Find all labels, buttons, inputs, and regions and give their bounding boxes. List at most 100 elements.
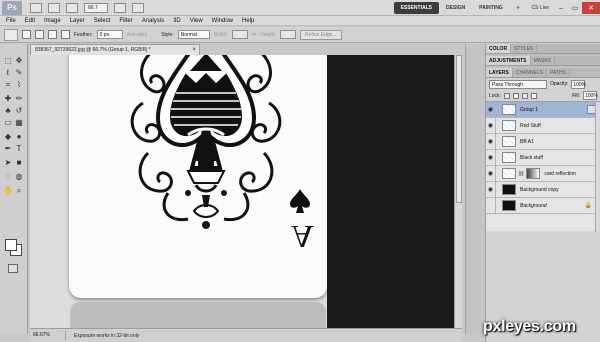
height-input[interactable] [279,30,296,39]
menu-window[interactable]: Window [212,18,233,24]
visibility-eye-empty[interactable] [486,197,496,214]
eraser-tool-icon[interactable]: ▭ [3,118,13,127]
marquee-tool-icon[interactable]: ⬚ [3,56,13,65]
blend-mode-select[interactable]: Pass Through [489,79,547,89]
screen-mode-icon[interactable] [132,2,144,13]
menu-help[interactable]: Help [242,18,254,24]
tab-masks[interactable]: MASKS [531,56,556,65]
menu-edit[interactable]: Edit [25,18,35,24]
zoom-tool-icon[interactable]: ⌕ [14,186,24,195]
pen-tool-icon[interactable]: ✒ [3,144,13,153]
workspace-design-button[interactable]: DESIGN [439,2,472,14]
tab-channels[interactable]: CHANNELS [513,68,548,77]
dodge-tool-icon[interactable]: ● [14,132,24,141]
shape-tool-icon[interactable]: ■ [14,158,24,167]
lock-transparency-icon[interactable] [503,92,510,99]
document-close-icon[interactable]: × [192,45,196,55]
menu-image[interactable]: Image [44,18,61,24]
menu-analysis[interactable]: Analysis [142,18,164,24]
status-info-text[interactable]: Exposure works in 32-bit only [66,333,139,339]
clone-stamp-tool-icon[interactable]: ♣ [3,106,13,115]
history-brush-tool-icon[interactable]: ↺ [14,106,24,115]
tab-adjustments[interactable]: ADJUSTMENTS [486,56,531,65]
layer-row-background[interactable]: Background 🔒 [486,197,600,214]
workspace-more-icon[interactable]: » [510,2,527,14]
workspace-essentials-button[interactable]: ESSENTIALS [393,2,439,14]
minimize-button[interactable]: – [554,2,568,14]
type-tool-icon[interactable]: T [14,144,24,153]
blur-tool-icon[interactable]: ◆ [3,132,13,141]
launch-mini-bridge-icon[interactable] [48,2,60,13]
refine-edge-button[interactable]: Refine Edge... [299,29,342,40]
feather-input[interactable]: 0 px [96,30,123,39]
visibility-eye-icon[interactable]: ◉ [486,133,496,150]
lock-all-icon[interactable] [530,92,537,99]
quick-selection-tool-icon[interactable]: ✎ [14,68,24,77]
menu-filter[interactable]: Filter [119,18,132,24]
layer-row-red-stuff[interactable]: ◉ Red Stuff [486,117,600,134]
3d-rotate-tool-icon[interactable]: ◌ [3,172,13,181]
subtract-selection-icon[interactable] [48,30,57,39]
canvas-scroll-thumb[interactable] [456,55,462,203]
move-tool-icon[interactable]: ✥ [14,56,24,65]
mask-link-icon[interactable]: ⛓ [518,171,524,177]
path-selection-tool-icon[interactable]: ➤ [3,158,13,167]
tab-styles[interactable]: STYLES [511,44,538,53]
layers-scrollbar[interactable] [595,102,600,232]
menu-layer[interactable]: Layer [70,18,85,24]
visibility-eye-icon[interactable]: ◉ [486,117,496,134]
width-input[interactable] [231,30,248,39]
close-button[interactable]: ✕ [582,2,600,14]
brush-tool-icon[interactable]: ✏ [14,94,24,103]
tab-paths[interactable]: PATHS [547,68,570,77]
visibility-eye-icon[interactable]: ◉ [486,181,496,198]
visibility-eye-icon[interactable]: ◉ [486,101,496,118]
menu-view[interactable]: View [190,18,203,24]
swap-icon[interactable]: ⇄ [252,32,256,38]
layer-mask-thumbnail[interactable] [526,168,541,179]
gradient-tool-icon[interactable]: ▦ [14,118,24,127]
tool-preset-picker[interactable] [4,28,18,41]
lock-pixels-icon[interactable] [512,92,519,99]
zoom-level-field[interactable]: 66.7 [84,2,108,13]
layer-row-bb-a1[interactable]: ◉ BB A1 [486,133,600,150]
hand-icon[interactable] [66,2,78,13]
healing-brush-tool-icon[interactable]: ✚ [3,94,13,103]
fill-input[interactable]: 100% [583,91,598,100]
cs-live-button[interactable]: CS Live [526,5,554,11]
visibility-eye-icon[interactable]: ◉ [486,165,496,182]
lasso-tool-icon[interactable]: ℓ [3,68,13,77]
launch-bridge-icon[interactable] [30,2,42,13]
menu-file[interactable]: File [6,18,16,24]
foreground-color-swatch[interactable] [5,239,17,251]
blend-row: Pass Through Opacity: 100% [486,78,600,90]
restore-button[interactable]: ▭ [568,2,582,14]
tab-layers[interactable]: LAYERS [486,68,513,77]
canvas-vertical-scrollbar[interactable] [454,55,462,328]
intersect-selection-icon[interactable] [61,30,70,39]
new-selection-icon[interactable] [22,30,31,39]
quick-mask-icon[interactable] [8,264,18,273]
document-tab[interactable]: 838367_92739622.jpg @ 66.7% (Group 1, RG… [30,44,200,55]
visibility-eye-icon[interactable]: ◉ [486,149,496,166]
eyedropper-tool-icon[interactable]: ⌇ [14,80,24,89]
status-zoom-field[interactable]: 66.67% [30,331,66,340]
crop-tool-icon[interactable]: ⌗ [3,80,13,89]
menu-3d[interactable]: 3D [173,18,181,24]
menu-select[interactable]: Select [94,18,111,24]
layer-row-background-copy[interactable]: ◉ Background copy [486,181,600,198]
lock-position-icon[interactable] [521,92,528,99]
antialias-checkbox[interactable]: Anti-alias [127,32,148,38]
style-select[interactable]: Normal [177,30,210,39]
tab-color[interactable]: COLOR [486,44,512,53]
hand-tool-icon[interactable]: ✋ [3,186,13,195]
layer-row-black-stuff[interactable]: ◉ Black stuff [486,149,600,166]
arrange-documents-icon[interactable] [114,2,126,13]
document-canvas[interactable]: A [30,55,462,328]
layer-row-group-1[interactable]: ◉ Group 1 [486,101,600,118]
add-to-selection-icon[interactable] [35,30,44,39]
layer-row-card-reflection[interactable]: ◉ ⛓ card reflection [486,165,600,182]
opacity-input[interactable]: 100% [571,79,586,89]
3d-orbit-tool-icon[interactable]: ◍ [14,172,24,181]
workspace-painting-button[interactable]: PAINTING [472,2,510,14]
